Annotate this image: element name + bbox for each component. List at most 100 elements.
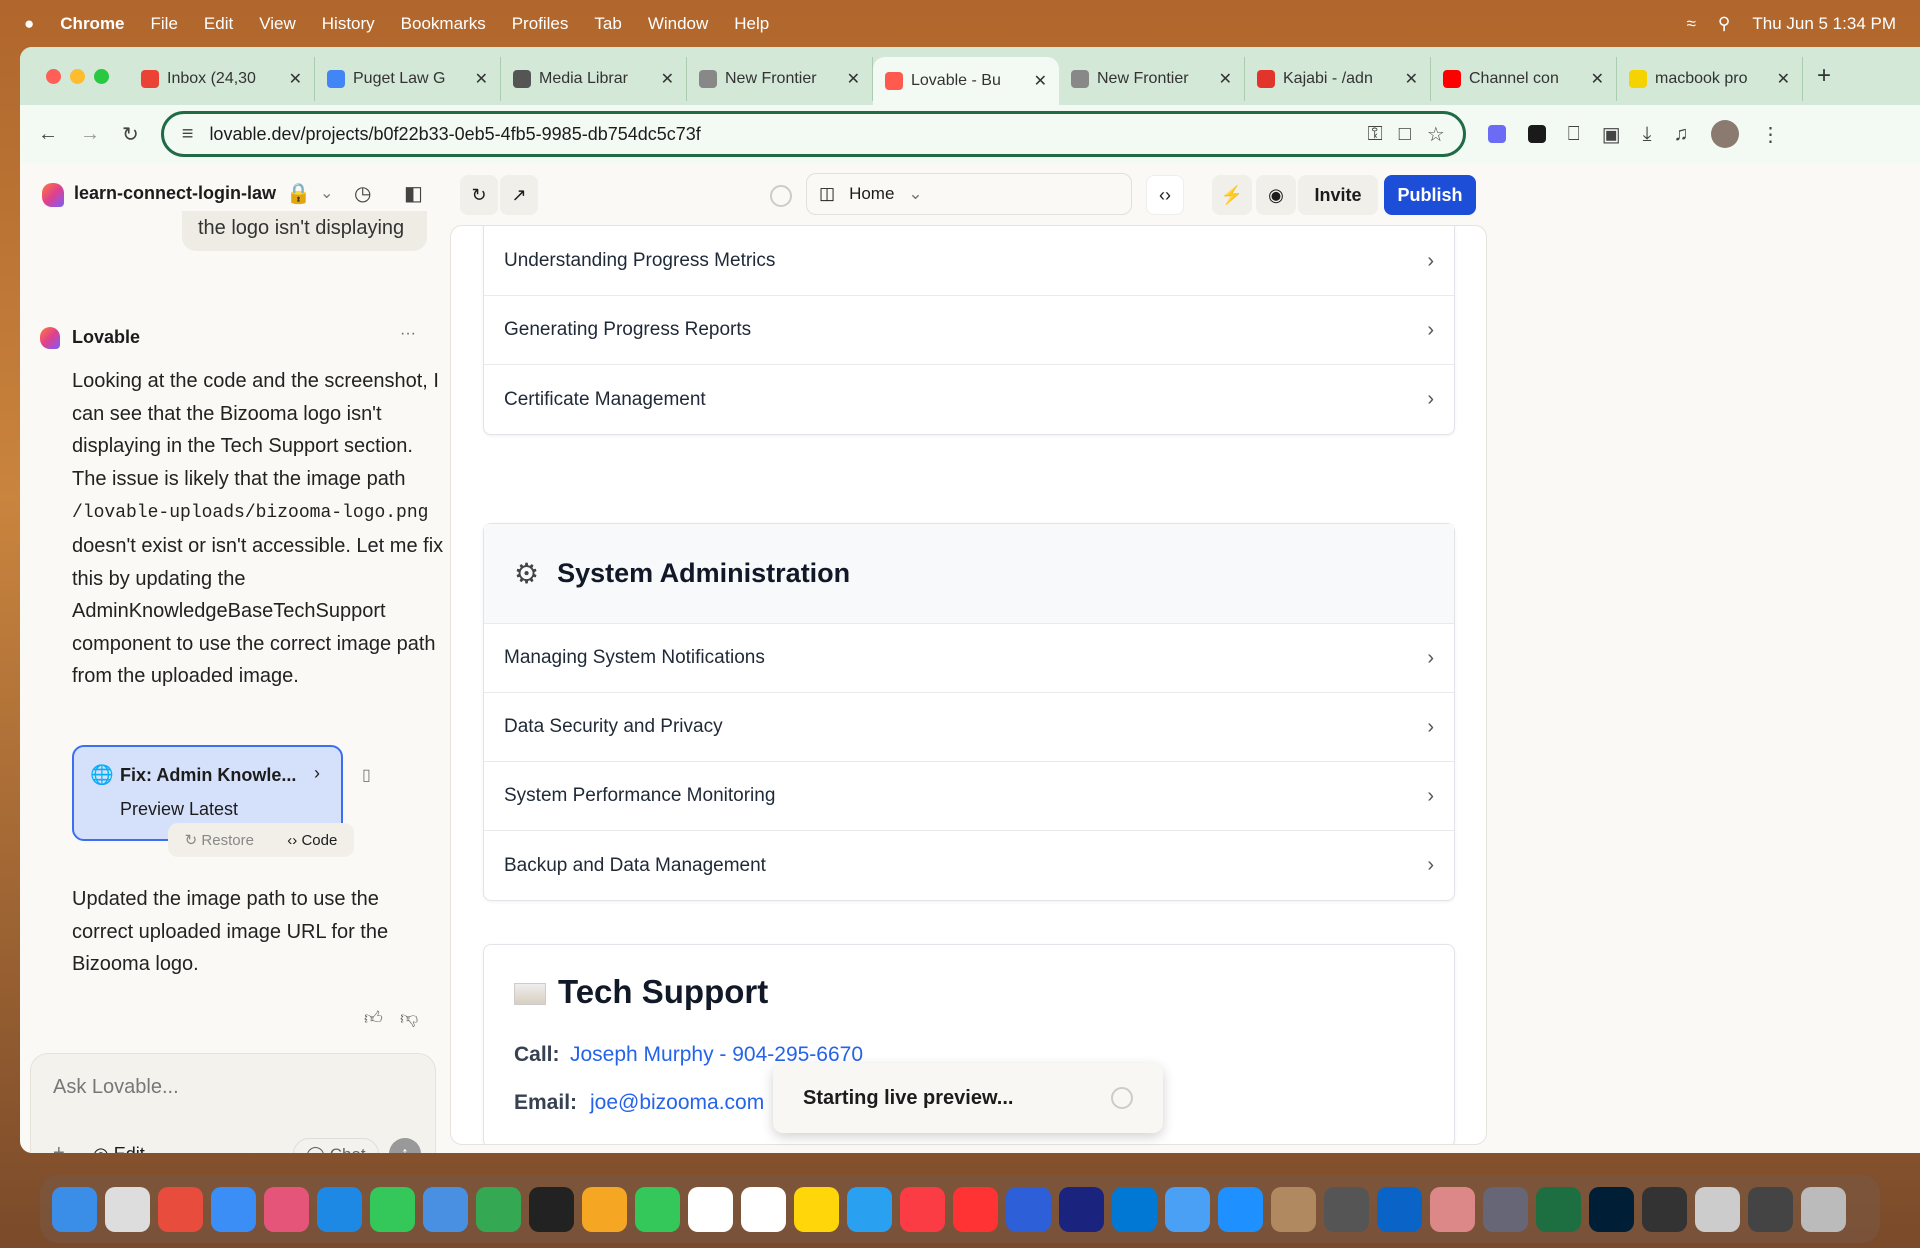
article-row[interactable]: System Performance Monitoring › [484,762,1454,831]
minimize-window-button[interactable] [70,68,85,84]
tab-search-icon[interactable]: ▣ [1602,122,1621,147]
close-tab-icon[interactable]: ✕ [1777,69,1790,89]
history-icon[interactable]: ◷ [354,181,371,206]
menu-help[interactable]: Help [734,14,769,34]
dock-app-icon[interactable] [317,1186,362,1232]
close-tab-icon[interactable]: ✕ [475,69,488,89]
code-view-button[interactable]: ‹› [1146,175,1184,215]
dock-app-icon[interactable] [847,1186,892,1232]
dock-app-icon[interactable] [1271,1186,1316,1232]
publish-button[interactable]: Publish [1384,175,1476,215]
address-bar[interactable]: ≡ lovable.dev/projects/b0f22b33-0eb5-4fb… [160,111,1466,157]
clock[interactable]: Thu Jun 5 1:34 PM [1752,14,1896,34]
lovable-logo[interactable] [42,183,64,207]
dock-app-icon[interactable] [953,1186,998,1232]
download-icon[interactable]: ⤓ [1643,123,1652,146]
apple-icon[interactable]: ● [24,14,34,34]
dock-app-icon[interactable] [1112,1186,1157,1232]
article-row[interactable]: Certificate Management › [484,365,1454,434]
project-name[interactable]: learn-connect-login-law [74,183,276,204]
back-icon[interactable]: ← [38,123,58,146]
more-options-icon[interactable]: ··· [400,325,416,343]
close-tab-icon[interactable]: ✕ [661,69,674,89]
menu-profiles[interactable]: Profiles [512,14,569,34]
dock-app-icon[interactable] [1483,1186,1528,1232]
browser-tab[interactable]: Kajabi - /adn ✕ [1245,57,1431,101]
dock-app-icon[interactable] [1430,1186,1475,1232]
chrome-menu-icon[interactable]: ⋮ [1761,122,1781,147]
extension-icon[interactable] [1487,125,1506,143]
extension-icon[interactable] [1527,125,1546,143]
menu-view[interactable]: View [259,14,296,34]
send-button[interactable]: ↑ [389,1138,421,1153]
dock-app-icon[interactable] [423,1186,468,1232]
thumbs-down-icon[interactable]: 👎︎ [400,1007,418,1029]
dock-app-icon[interactable] [1589,1186,1634,1232]
email-link[interactable]: joe@bizooma.com [590,1091,764,1115]
route-selector[interactable]: ◫ Home ⌄ [806,173,1132,215]
browser-tab[interactable]: Channel con ✕ [1431,57,1617,101]
article-row[interactable]: Generating Progress Reports › [484,296,1454,365]
dock-app-icon[interactable] [1165,1186,1210,1232]
close-tab-icon[interactable]: ✕ [1034,71,1047,91]
close-tab-icon[interactable]: ✕ [289,69,302,89]
dock-app-icon[interactable] [529,1186,574,1232]
invite-button[interactable]: Invite [1298,175,1378,215]
close-tab-icon[interactable]: ✕ [847,69,860,89]
dock-app-icon[interactable] [1006,1186,1051,1232]
dock-app-icon[interactable] [105,1186,150,1232]
dock-app-icon[interactable] [370,1186,415,1232]
dock-app-icon[interactable] [1377,1186,1422,1232]
page-icon[interactable]: □ [1399,123,1411,146]
extensions-puzzle-icon[interactable]: ⎕ [1568,123,1580,146]
chat-input[interactable]: Ask Lovable... [53,1076,179,1099]
menu-edit[interactable]: Edit [204,14,233,34]
dock-app-icon[interactable] [1801,1186,1846,1232]
dock-app-icon[interactable] [635,1186,680,1232]
github-icon[interactable]: ◉ [1256,175,1296,215]
reload-icon[interactable]: ↻ [122,122,139,147]
dock-app-icon[interactable] [1642,1186,1687,1232]
menu-file[interactable]: File [151,14,178,34]
article-row[interactable]: Data Security and Privacy › [484,693,1454,762]
preview-latest-link[interactable]: Preview Latest [120,799,238,820]
menu-tab[interactable]: Tab [594,14,621,34]
browser-tab[interactable]: Lovable - Bu ✕ [873,57,1059,105]
edit-mode-button[interactable]: ◎ Edit [93,1144,145,1153]
menu-app-name[interactable]: Chrome [60,14,124,34]
dock-app-icon[interactable] [264,1186,309,1232]
close-tab-icon[interactable]: ✕ [1219,69,1232,89]
browser-tab[interactable]: macbook pro ✕ [1617,57,1803,101]
article-row[interactable]: Understanding Progress Metrics › [484,227,1454,296]
browser-tab[interactable]: New Frontier ✕ [1059,57,1245,101]
dock-app-icon[interactable] [900,1186,945,1232]
chat-mode-button[interactable]: ◯ Chat [293,1138,379,1153]
dock-app-icon[interactable] [1218,1186,1263,1232]
article-row[interactable]: Managing System Notifications › [484,624,1454,693]
dock-app-icon[interactable] [1324,1186,1369,1232]
bookmark-star-icon[interactable]: ☆ [1427,122,1445,147]
dock-app-icon[interactable] [52,1186,97,1232]
browser-tab[interactable]: Inbox (24,30 ✕ [129,57,315,101]
browser-tab[interactable]: Media Librar ✕ [501,57,687,101]
bookmark-icon[interactable]: ▯ [362,765,371,785]
menu-bookmarks[interactable]: Bookmarks [401,14,486,34]
media-icon[interactable]: ♫ [1674,123,1689,146]
dock-app-icon[interactable] [1695,1186,1740,1232]
profile-avatar[interactable] [1710,120,1739,148]
sidebar-toggle-icon[interactable]: ◧ [404,181,423,206]
menu-history[interactable]: History [322,14,375,34]
supabase-icon[interactable]: ⚡ [1212,175,1252,215]
dock-app-icon[interactable] [1059,1186,1104,1232]
dock-app-icon[interactable] [582,1186,627,1232]
add-attachment-button[interactable]: + [53,1142,65,1153]
view-code-button[interactable]: ‹› Code [287,832,337,849]
dock-app-icon[interactable] [476,1186,521,1232]
site-info-icon[interactable]: ≡ [182,123,194,146]
dock-app-icon[interactable] [1536,1186,1581,1232]
thumbs-up-icon[interactable]: 👍︎ [364,1007,383,1029]
dock-app-icon[interactable] [158,1186,203,1232]
refresh-preview-button[interactable]: ↻ [460,175,498,215]
search-icon[interactable]: ⚲ [1718,14,1730,34]
dock-app-icon[interactable] [688,1186,733,1232]
